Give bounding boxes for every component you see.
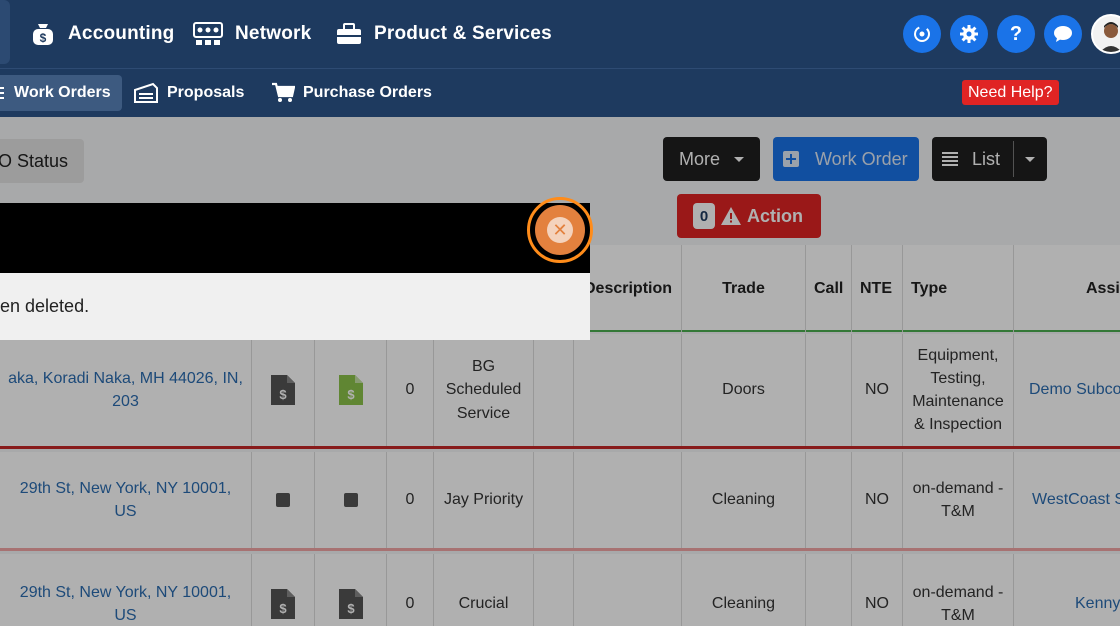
subnav-proposals-label: Proposals — [167, 84, 245, 101]
subnav-purchase-orders[interactable]: Purchase Orders — [271, 69, 432, 117]
proposal-icon — [134, 82, 158, 103]
dialog-body: en deleted. — [0, 273, 590, 340]
briefcase-icon — [337, 23, 361, 44]
list-icon — [0, 87, 4, 99]
need-help-button[interactable]: Need Help? — [962, 80, 1059, 105]
top-navbar: $ Accounting Network Product & Services … — [0, 0, 1120, 68]
chat-icon[interactable] — [1044, 15, 1082, 53]
nav-network[interactable]: Network — [193, 0, 311, 68]
dialog-message: en deleted. — [0, 296, 90, 316]
help-icon[interactable]: ? — [997, 15, 1035, 53]
close-button-inner: ✕ — [535, 205, 585, 255]
close-dialog-button[interactable]: ✕ — [527, 197, 593, 263]
notification-dialog: en deleted. — [0, 203, 590, 340]
network-icon — [193, 22, 223, 45]
home-tab-stub[interactable] — [0, 0, 10, 64]
subnav-purchase-orders-label: Purchase Orders — [303, 84, 432, 101]
subnav-work-orders[interactable]: Work Orders — [0, 75, 122, 111]
sub-navbar: Work Orders Proposals Purchase Orders Ne… — [0, 68, 1120, 117]
close-icon: ✕ — [547, 217, 573, 243]
nav-product-services-label: Product & Services — [374, 23, 552, 44]
dialog-header — [0, 203, 590, 273]
money-bag-icon: $ — [33, 24, 53, 45]
cart-icon — [272, 82, 295, 102]
nav-accounting[interactable]: $ Accounting — [30, 0, 175, 68]
nav-accounting-label: Accounting — [68, 23, 175, 44]
subnav-work-orders-label: Work Orders — [14, 84, 111, 101]
gear-icon[interactable] — [950, 15, 988, 53]
svg-text:$: $ — [40, 31, 47, 45]
modal-backdrop[interactable] — [0, 117, 1120, 626]
nav-network-label: Network — [235, 23, 312, 44]
avatar[interactable] — [1091, 14, 1120, 54]
sync-icon[interactable] — [903, 15, 941, 53]
subnav-proposals[interactable]: Proposals — [133, 69, 244, 117]
nav-product-services[interactable]: Product & Services — [336, 0, 552, 68]
help-glyph: ? — [1009, 22, 1023, 45]
